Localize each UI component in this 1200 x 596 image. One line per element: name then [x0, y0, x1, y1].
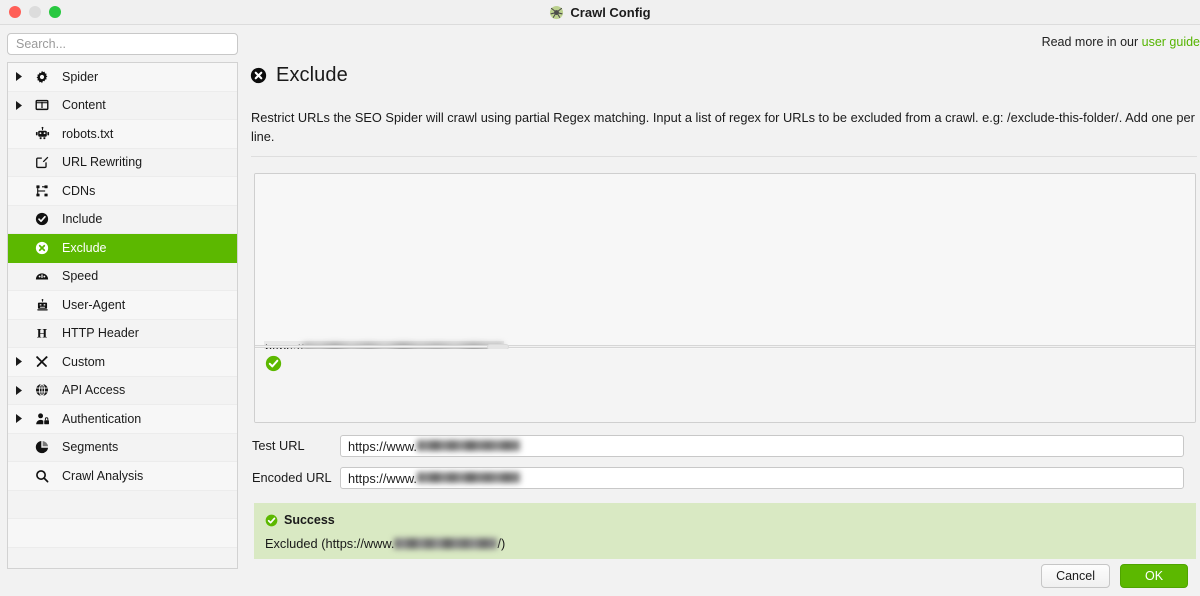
sidebar-item-label: Custom [62, 354, 106, 369]
redacted-url-text: xxxxxxxxxxxx [416, 471, 520, 483]
sidebar-item-label: Include [62, 212, 103, 227]
test-url-row: Test URL https://www.xxxxxxxxxxxx [250, 435, 1200, 457]
cancel-button[interactable]: Cancel [1041, 564, 1110, 588]
sidebar-item-label: Speed [62, 269, 99, 284]
success-check-icon [265, 355, 282, 372]
sitemap-icon [30, 184, 54, 198]
search-input[interactable] [7, 33, 238, 55]
dialog-footer: Cancel OK [1041, 564, 1188, 588]
robot-icon [30, 126, 54, 141]
sidebar-empty-row [8, 519, 237, 548]
chevron-right-icon[interactable] [8, 385, 30, 395]
sidebar-item-api-access[interactable]: API Access [8, 376, 237, 405]
svg-text:H: H [37, 326, 47, 340]
chevron-right-icon[interactable] [8, 100, 30, 110]
sidebar: Spider Content [7, 33, 238, 571]
sidebar-empty-row [8, 490, 237, 519]
divider [251, 156, 1197, 157]
encoded-url-value: https://www. [348, 470, 417, 486]
read-more-text: Read more in our user guide [1042, 35, 1200, 49]
sidebar-item-user-agent[interactable]: User-Agent [8, 291, 237, 320]
page-title-group: Exclude [250, 64, 348, 87]
ok-button[interactable]: OK [1120, 564, 1188, 588]
page-title: Exclude [276, 63, 348, 86]
result-heading-group: Success [265, 513, 1184, 527]
page-description: Restrict URLs the SEO Spider will crawl … [251, 110, 1195, 144]
exclude-regex-panel: https://xxxxxxxxxxxxxxxxxxxxxxx [254, 173, 1196, 423]
sidebar-item-http-header[interactable]: H HTTP Header [8, 319, 237, 348]
sidebar-item-spider[interactable]: Spider [8, 63, 237, 92]
sidebar-item-url-rewriting[interactable]: URL Rewriting [8, 148, 237, 177]
sidebar-item-label: Spider [62, 69, 99, 84]
gauge-icon [30, 269, 54, 283]
edit-square-icon [30, 155, 54, 169]
window-title-group: Crawl Config [0, 0, 1200, 24]
sidebar-empty-row [8, 547, 237, 568]
title-bar: Crawl Config [0, 0, 1200, 25]
encoded-url-input[interactable]: https://www.xxxxxxxxxxxx [340, 467, 1184, 489]
encoded-url-row: Encoded URL https://www.xxxxxxxxxxxx [250, 467, 1200, 489]
redacted-url-text: xxxxxxxxxxxx [416, 439, 520, 451]
sidebar-item-label: robots.txt [62, 126, 114, 141]
result-detail: Excluded (https://www.xxxxxxxxxxxx/) [265, 536, 1184, 551]
test-url-value: https://www. [348, 438, 417, 454]
sidebar-item-label: Exclude [62, 240, 107, 255]
sidebar-item-label: HTTP Header [62, 326, 139, 341]
letter-h-icon: H [30, 326, 54, 340]
x-circle-icon [250, 67, 267, 84]
success-check-icon [265, 514, 278, 527]
sidebar-item-label: Content [62, 98, 106, 113]
sidebar-item-authentication[interactable]: Authentication [8, 405, 237, 434]
exclude-regex-textarea[interactable] [255, 174, 1195, 345]
sidebar-nav-list: Spider Content robots.txt URL Rewriting … [7, 62, 238, 569]
sidebar-item-crawl-analysis[interactable]: Crawl Analysis [8, 462, 237, 491]
columns-icon [30, 98, 54, 112]
sidebar-item-label: Segments [62, 440, 119, 455]
exclude-regex-status-area [255, 349, 1195, 422]
check-circle-icon [30, 212, 54, 226]
test-url-input[interactable]: https://www.xxxxxxxxxxxx [340, 435, 1184, 457]
sidebar-item-speed[interactable]: Speed [8, 262, 237, 291]
result-success-box: Success Excluded (https://www.xxxxxxxxxx… [254, 503, 1196, 559]
sidebar-item-cdns[interactable]: CDNs [8, 177, 237, 206]
globe-icon [30, 383, 54, 397]
sidebar-item-label: User-Agent [62, 297, 126, 312]
gear-icon [30, 70, 54, 84]
redacted-url-text: xxxxxxxxxxxx [394, 538, 498, 550]
result-heading: Success [284, 513, 335, 527]
magnifier-icon [30, 469, 54, 483]
sidebar-item-exclude[interactable]: Exclude [8, 234, 237, 263]
robot-head-icon [30, 298, 54, 312]
main-pane: Exclude Read more in our user guide Rest… [250, 25, 1200, 596]
pane-header: Exclude [250, 59, 1200, 91]
chevron-right-icon[interactable] [8, 72, 30, 82]
result-detail-suffix: /) [497, 536, 506, 551]
chevron-right-icon[interactable] [8, 414, 30, 424]
sidebar-item-label: URL Rewriting [62, 155, 143, 170]
tools-icon [30, 355, 54, 369]
sidebar-item-custom[interactable]: Custom [8, 348, 237, 377]
sidebar-item-robots-txt[interactable]: robots.txt [8, 120, 237, 149]
read-more-prefix: Read more in our [1041, 35, 1142, 49]
encoded-url-label: Encoded URL [252, 470, 332, 485]
sidebar-item-segments[interactable]: Segments [8, 433, 237, 462]
user-guide-link[interactable]: user guide [1142, 35, 1200, 49]
panel-splitter[interactable] [255, 344, 1195, 350]
window-title: Crawl Config [570, 4, 651, 20]
spider-icon [550, 5, 564, 19]
x-circle-icon [30, 241, 54, 255]
pie-chart-icon [30, 440, 54, 454]
dialog-body: Spider Content [0, 25, 1200, 596]
sidebar-item-label: Authentication [62, 411, 142, 426]
sidebar-item-content[interactable]: Content [8, 91, 237, 120]
sidebar-item-label: API Access [62, 383, 126, 398]
sidebar-item-include[interactable]: Include [8, 205, 237, 234]
sidebar-item-label: CDNs [62, 183, 96, 198]
sidebar-item-label: Crawl Analysis [62, 468, 144, 483]
chevron-right-icon[interactable] [8, 357, 30, 367]
result-detail-prefix: Excluded (https://www. [265, 536, 395, 551]
test-url-label: Test URL [252, 438, 305, 453]
user-lock-icon [30, 412, 54, 426]
